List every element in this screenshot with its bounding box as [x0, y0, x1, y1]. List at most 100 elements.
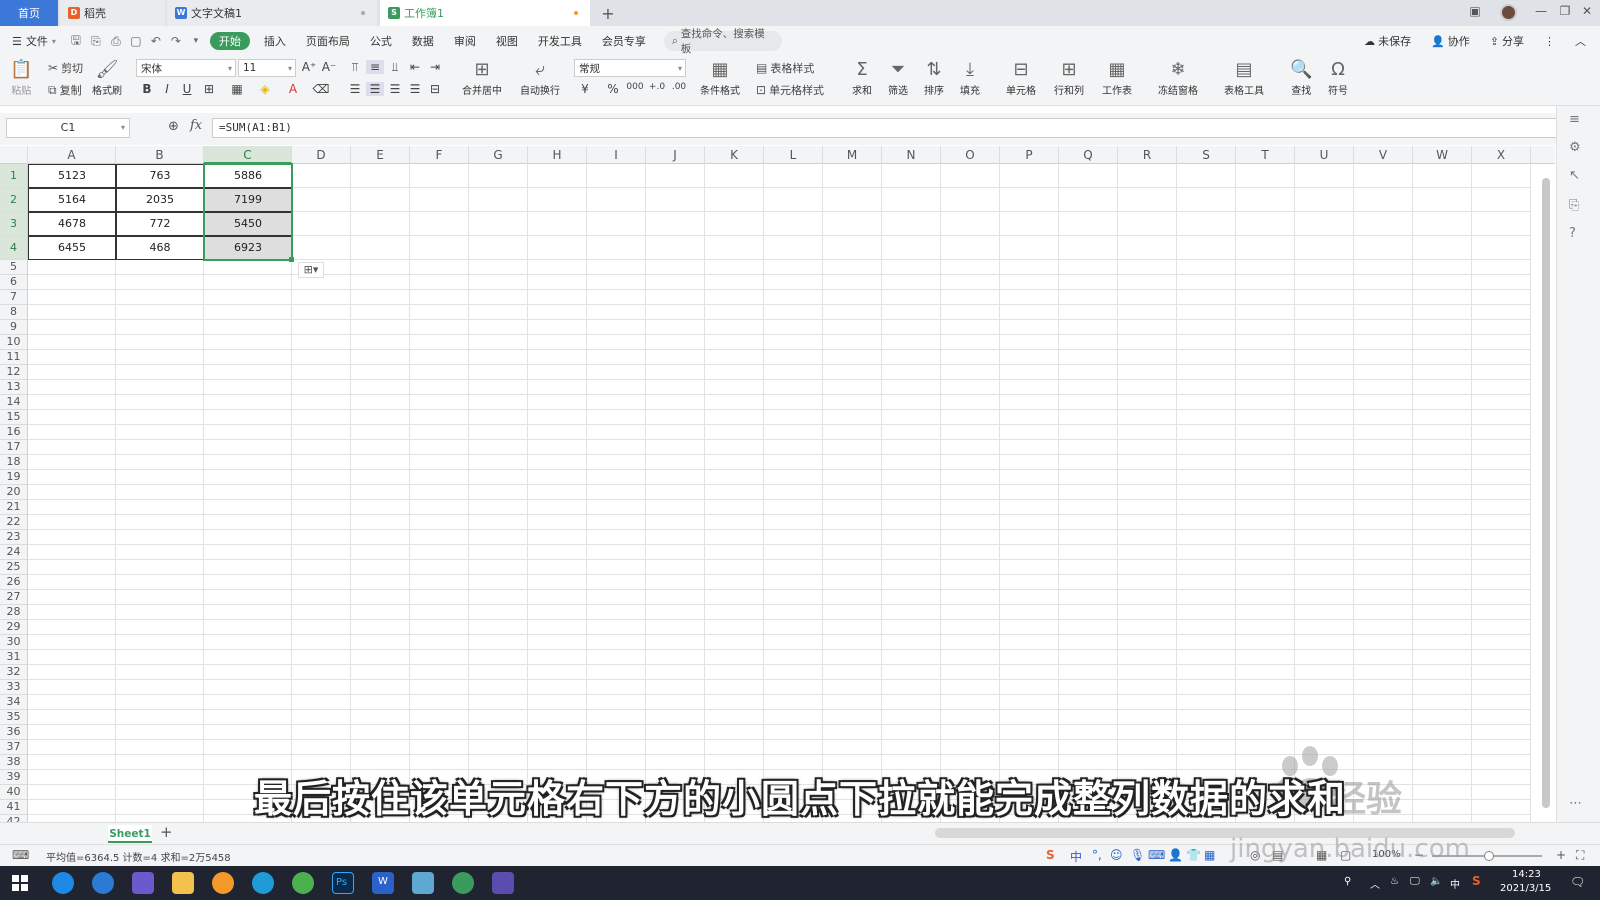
row-header-4[interactable]: 4 [0, 236, 28, 260]
column-header-j[interactable]: J [646, 146, 705, 164]
font-size-select[interactable]: 11 ▾ [238, 59, 296, 77]
cell-b4[interactable]: 468 [116, 236, 204, 260]
collapse-ribbon-icon[interactable]: ︿ [1565, 26, 1600, 56]
column-header-x[interactable]: X [1472, 146, 1531, 164]
tray-app-icon[interactable]: ♨ [1390, 876, 1399, 887]
fill-button[interactable]: ⤓ 填充 [960, 58, 980, 97]
cell-b3[interactable]: 772 [116, 212, 204, 236]
percent-icon[interactable]: % [604, 82, 622, 96]
bold-icon[interactable]: B [138, 82, 156, 96]
tab-home[interactable]: 首页 [0, 0, 58, 26]
customize-icon[interactable]: ▾ [186, 36, 206, 46]
column-header-f[interactable]: F [410, 146, 469, 164]
row-header-15[interactable]: 15 [0, 410, 28, 425]
fx-icon[interactable]: fx [190, 118, 202, 133]
align-middle-icon[interactable]: ≡ [366, 60, 384, 74]
increase-font-icon[interactable]: A⁺ [300, 60, 318, 74]
cell-style-button[interactable]: ⊡ 单元格样式 [756, 82, 824, 98]
row-header-34[interactable]: 34 [0, 695, 28, 710]
sort-button[interactable]: ⇅ 排序 [924, 58, 944, 97]
row-header-22[interactable]: 22 [0, 515, 28, 530]
column-header-t[interactable]: T [1236, 146, 1295, 164]
punctuation-icon[interactable]: °, [1092, 848, 1102, 862]
row-header-40[interactable]: 40 [0, 785, 28, 800]
worksheet-button[interactable]: ▦ 工作表 [1102, 58, 1132, 97]
save-icon[interactable]: 🖫 [66, 31, 86, 52]
undo-icon[interactable]: ↶ [146, 34, 166, 48]
row-header-29[interactable]: 29 [0, 620, 28, 635]
currency-icon[interactable]: ¥ [576, 82, 594, 96]
vertical-scroll-thumb[interactable] [1542, 178, 1550, 808]
name-box[interactable]: C1 ▾ [6, 118, 130, 138]
formula-input[interactable]: =SUM(A1:B1) [212, 118, 1562, 138]
menu-formulas[interactable]: 公式 [360, 26, 402, 56]
minimize-icon[interactable]: — [1532, 4, 1550, 18]
row-header-41[interactable]: 41 [0, 800, 28, 815]
fill-color-icon[interactable]: ◈ [256, 82, 274, 96]
column-header-v[interactable]: V [1354, 146, 1413, 164]
row-header-23[interactable]: 23 [0, 530, 28, 545]
fill-pattern-icon[interactable]: ▦ [228, 82, 246, 96]
menu-view[interactable]: 视图 [486, 26, 528, 56]
skin-icon[interactable]: 👕 [1186, 848, 1201, 862]
column-header-n[interactable]: N [882, 146, 941, 164]
volume-icon[interactable]: 🔈 [1430, 876, 1442, 887]
row-header-39[interactable]: 39 [0, 770, 28, 785]
column-header-i[interactable]: I [587, 146, 646, 164]
row-header-1[interactable]: 1 [0, 164, 28, 188]
sogou-tray-icon[interactable]: S [1472, 874, 1481, 888]
border-icon[interactable]: ⊞ [200, 82, 218, 96]
select-all-corner[interactable] [0, 146, 28, 164]
column-header-m[interactable]: M [823, 146, 882, 164]
row-header-13[interactable]: 13 [0, 380, 28, 395]
chrome-profile-icon[interactable] [452, 872, 474, 894]
row-header-32[interactable]: 32 [0, 665, 28, 680]
align-left-icon[interactable]: ☰ [346, 82, 364, 96]
tab-document[interactable]: W 文字文稿1 [167, 0, 377, 26]
ime-indicator[interactable]: 中 [1450, 876, 1460, 891]
row-header-36[interactable]: 36 [0, 725, 28, 740]
sheet-tab-sheet1[interactable]: Sheet1 [108, 825, 152, 843]
notification-icon[interactable]: 🗨 [1570, 875, 1585, 889]
menu-insert[interactable]: 插入 [254, 26, 296, 56]
font-name-select[interactable]: 宋体 ▾ [136, 59, 236, 77]
column-header-p[interactable]: P [1000, 146, 1059, 164]
cell-button[interactable]: ⊟ 单元格 [1006, 58, 1036, 97]
fill-handle[interactable] [289, 257, 294, 262]
wps-writer-icon[interactable]: W [372, 872, 394, 894]
conditional-format-button[interactable]: ▦ 条件格式 [700, 58, 740, 97]
collab-button[interactable]: 👤 协作 [1421, 26, 1480, 56]
file-explorer-icon[interactable] [172, 872, 194, 894]
cell-a1[interactable]: 5123 [28, 164, 116, 188]
new-tab-button[interactable]: + [596, 0, 620, 26]
row-header-18[interactable]: 18 [0, 455, 28, 470]
row-header-31[interactable]: 31 [0, 650, 28, 665]
backup-icon[interactable]: ⎘ [1569, 198, 1579, 213]
row-header-14[interactable]: 14 [0, 395, 28, 410]
more-options-icon[interactable]: ⋯ [1569, 796, 1582, 811]
microphone-icon[interactable]: 🎙 [1130, 848, 1145, 862]
export-icon[interactable]: ⎘ [86, 34, 106, 49]
decrease-font-icon[interactable]: A⁻ [320, 60, 338, 74]
cut-button[interactable]: ✂ 剪切 [48, 60, 83, 76]
table-tools-button[interactable]: ▤ 表格工具 [1224, 58, 1264, 97]
column-header-k[interactable]: K [705, 146, 764, 164]
row-header-10[interactable]: 10 [0, 335, 28, 350]
row-header-26[interactable]: 26 [0, 575, 28, 590]
row-header-28[interactable]: 28 [0, 605, 28, 620]
clear-icon[interactable]: ⌫ [312, 82, 330, 96]
row-header-8[interactable]: 8 [0, 305, 28, 320]
zoom-in-icon[interactable]: + [1556, 848, 1566, 862]
row-header-33[interactable]: 33 [0, 680, 28, 695]
italic-icon[interactable]: I [158, 82, 176, 96]
number-format-select[interactable]: 常规 ▾ [574, 59, 686, 77]
properties-icon[interactable]: ⚙ [1569, 140, 1581, 155]
unsaved-button[interactable]: ☁ 未保存 [1354, 26, 1421, 56]
row-header-12[interactable]: 12 [0, 365, 28, 380]
row-header-24[interactable]: 24 [0, 545, 28, 560]
menu-data[interactable]: 数据 [402, 26, 444, 56]
column-header-d[interactable]: D [292, 146, 351, 164]
fullscreen-icon[interactable]: ⛶ [1576, 848, 1584, 863]
copy-button[interactable]: ⧉ 复制 [48, 82, 82, 98]
row-header-38[interactable]: 38 [0, 755, 28, 770]
